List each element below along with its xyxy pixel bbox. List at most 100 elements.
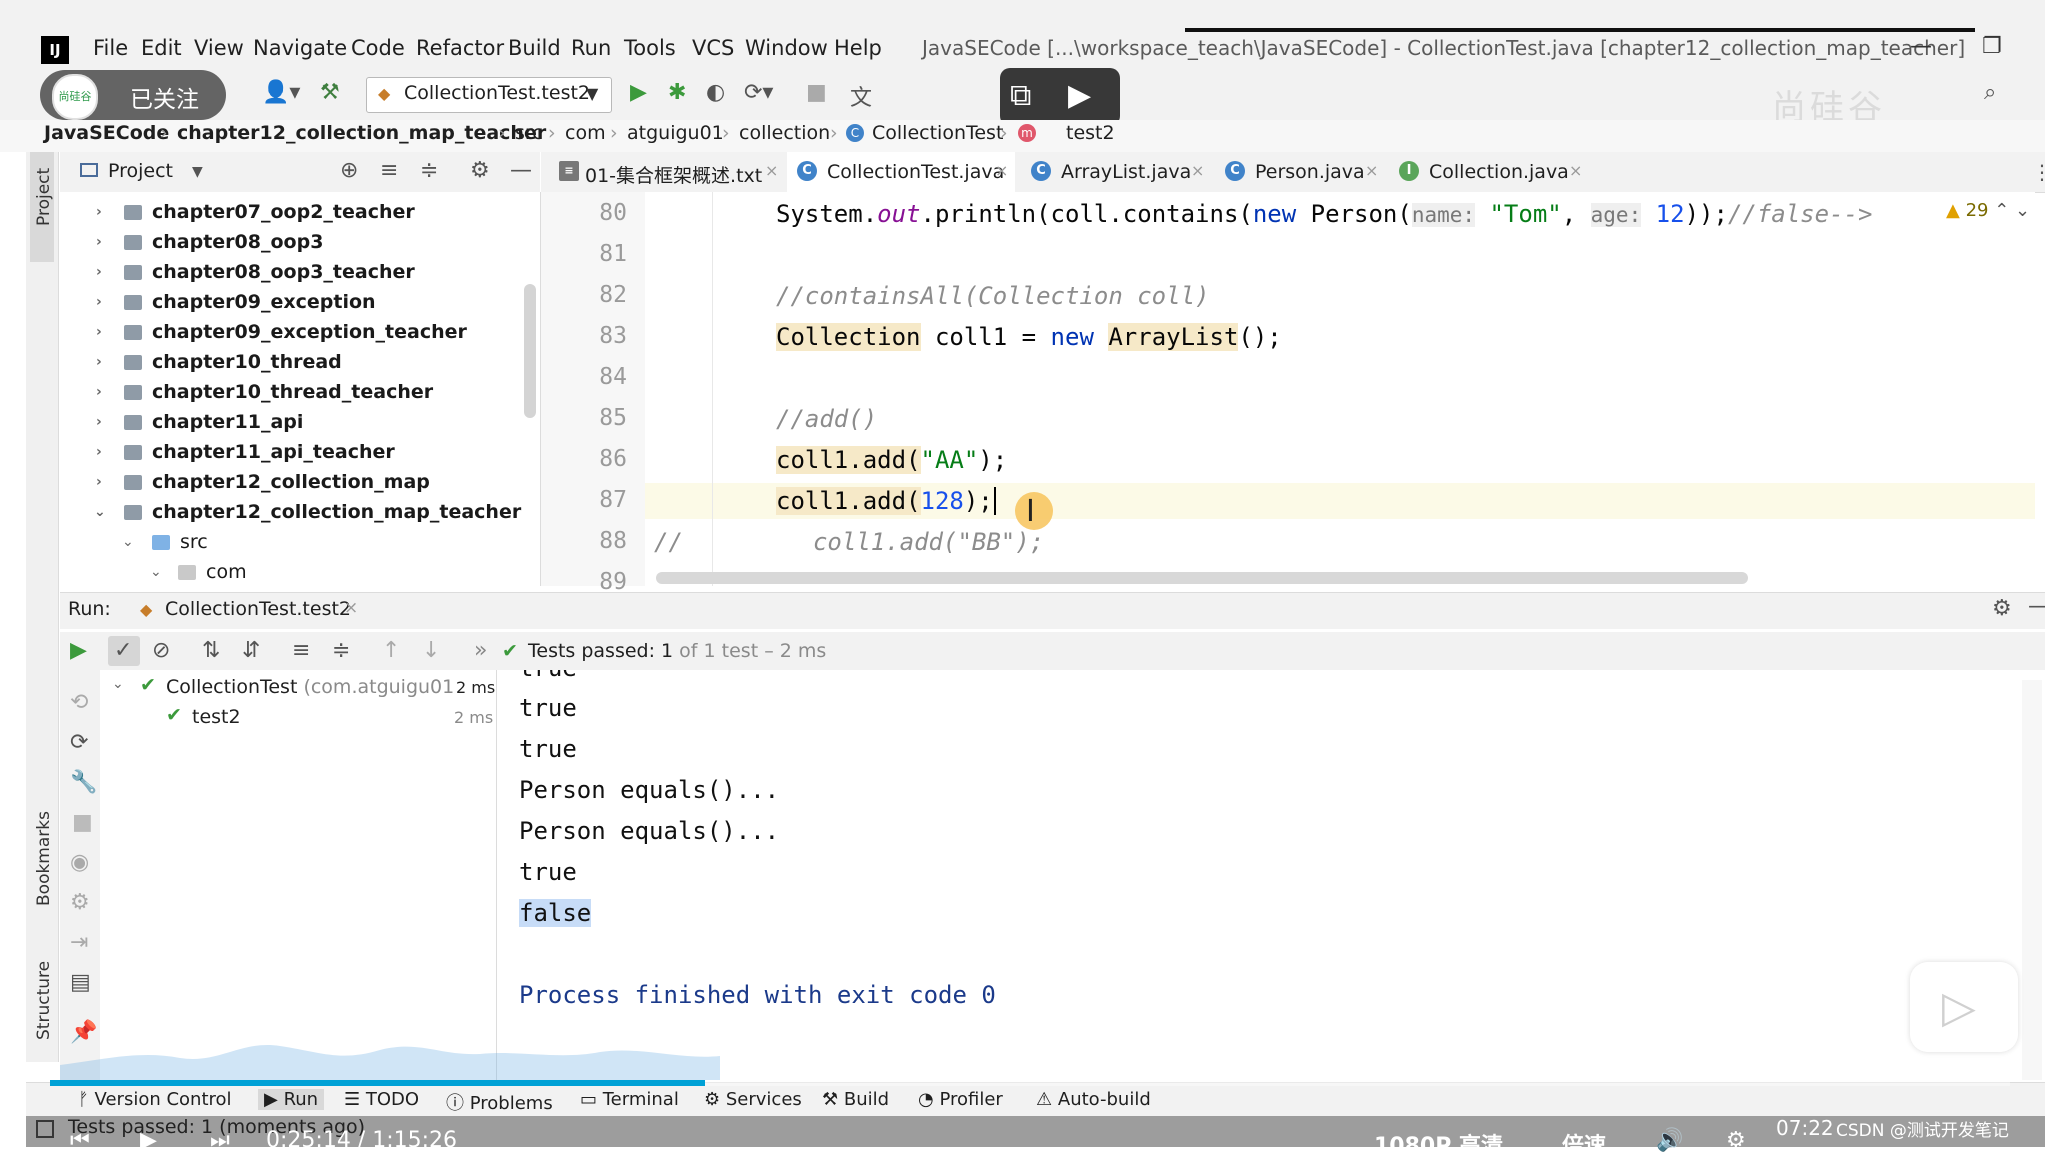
run-tab[interactable]: CollectionTest.test2 (165, 598, 351, 620)
tree-item[interactable]: ⌄ src (60, 528, 540, 558)
quality-selector[interactable]: 1080P 高清 (1374, 1128, 1503, 1160)
tree-item[interactable]: › chapter07_oop2_teacher (60, 198, 540, 228)
tool-services[interactable]: ⚙ Services (704, 1089, 802, 1110)
tab-collection-overview-txt[interactable]: ≡ 01-集合框架概述.txt × (551, 152, 783, 192)
layout-icon[interactable]: ▤ (70, 970, 91, 995)
restore-icon[interactable]: ❐ (1982, 34, 2002, 59)
menu-tools[interactable]: Tools (624, 36, 676, 60)
chevron-right-icon[interactable]: › (96, 234, 102, 250)
prev-icon[interactable]: ⏮ (70, 1128, 90, 1153)
warnings-indicator[interactable]: ▲ 29 ⌃ ⌄ (1946, 200, 2030, 221)
close-icon[interactable]: × (995, 161, 1008, 180)
more-icon[interactable]: » (474, 638, 487, 663)
chevron-down-icon[interactable]: ⌄ (2015, 200, 2030, 221)
close-icon[interactable]: × (1191, 161, 1204, 180)
menu-code[interactable]: Code (351, 36, 405, 60)
search-icon[interactable]: ⌕ (1984, 80, 1996, 105)
tree-item[interactable]: › chapter08_oop3 (60, 228, 540, 258)
chevron-right-icon[interactable]: › (96, 414, 102, 430)
tree-item[interactable]: › chapter10_thread_teacher (60, 378, 540, 408)
rerun-failed-icon[interactable]: ⟲ (70, 690, 88, 715)
tree-item[interactable]: › chapter12_collection_map (60, 468, 540, 498)
project-stripe-tab[interactable]: Project (34, 168, 54, 226)
profile-icon[interactable]: ⟳▾ (744, 80, 773, 105)
previous-failed-icon[interactable]: ↑ (382, 638, 400, 663)
project-panel-title[interactable]: Project (108, 160, 173, 182)
play-icon[interactable]: ▶ (140, 1128, 157, 1153)
console-output[interactable]: true true true Person equals()... Person… (497, 670, 2019, 1080)
menu-help[interactable]: Help (834, 36, 882, 60)
chevron-down-icon[interactable]: ▼ (586, 84, 598, 103)
tool-todo[interactable]: ☰ TODO (344, 1089, 419, 1110)
chevron-right-icon[interactable]: › (96, 444, 102, 460)
close-icon[interactable]: × (344, 598, 358, 618)
tool-problems[interactable]: ⓘ Problems (446, 1089, 553, 1115)
import-icon[interactable]: ⇥ (70, 930, 88, 955)
tree-item[interactable]: › chapter11_api_teacher (60, 438, 540, 468)
tool-terminal[interactable]: ▭ Terminal (580, 1089, 679, 1110)
tree-item[interactable]: ⌄ chapter12_collection_map_teacher (60, 498, 540, 528)
chevron-down-icon[interactable]: ⌄ (150, 564, 162, 580)
test-method-row[interactable]: test2 (192, 706, 241, 728)
locate-icon[interactable]: ⊕ (340, 158, 358, 183)
bookmarks-stripe-tab[interactable]: Bookmarks (34, 811, 54, 906)
chevron-down-icon[interactable]: ⌄ (122, 534, 134, 550)
sort-alpha-icon[interactable]: ⇅ (202, 638, 220, 663)
code-editor[interactable]: System.out.println(coll.contains(new Per… (645, 192, 2035, 586)
menu-view[interactable]: View (194, 36, 244, 60)
show-ignored-icon[interactable]: ⊘ (152, 638, 170, 663)
tab-arraylist-java[interactable]: C ArrayList.java × (1021, 152, 1211, 192)
breadcrumb-item[interactable]: CollectionTest (872, 122, 1003, 144)
collapse-all-icon[interactable]: ≑ (332, 638, 350, 663)
close-icon[interactable]: × (1569, 161, 1582, 180)
next-icon[interactable]: ⏭ (210, 1128, 230, 1153)
menu-window[interactable]: Window (745, 36, 828, 60)
collapse-all-icon[interactable]: ≑ (420, 158, 438, 183)
expand-all-icon[interactable]: ≡ (292, 638, 310, 663)
video-play-icon[interactable]: ▶ (1068, 78, 1091, 113)
gear-icon[interactable]: ⚙ (1992, 596, 2012, 621)
tree-item[interactable]: › chapter11_api (60, 408, 540, 438)
tab-collection-java[interactable]: I Collection.java × (1389, 152, 1589, 192)
camera-icon[interactable]: ◉ (70, 850, 89, 875)
chevron-down-icon[interactable]: ⌄ (94, 504, 106, 520)
breadcrumb-item[interactable]: src (515, 122, 543, 144)
tree-item[interactable]: › chapter08_oop3_teacher (60, 258, 540, 288)
uploader-avatar[interactable]: 尚硅谷 (52, 74, 98, 120)
build-hammer-icon[interactable]: ⚒ (320, 80, 340, 105)
tab-collectiontest-java[interactable]: C CollectionTest.java × (787, 152, 1015, 195)
picture-in-picture-icon[interactable]: ⧉ (1010, 78, 1031, 113)
chevron-right-icon[interactable]: › (96, 204, 102, 220)
structure-stripe-tab[interactable]: Structure (34, 961, 54, 1040)
translate-icon[interactable]: 文 (850, 80, 872, 112)
next-failed-icon[interactable]: ↓ (422, 638, 440, 663)
chevron-right-icon[interactable]: › (96, 474, 102, 490)
run-icon[interactable]: ▶ (630, 80, 647, 105)
tool-run[interactable]: ▶ Run (258, 1089, 325, 1110)
tool-profiler[interactable]: ◔ Profiler (918, 1089, 1003, 1110)
chevron-up-icon[interactable]: ⌃ (1994, 200, 2009, 221)
wrench-icon[interactable]: 🔧 (70, 770, 97, 795)
minimize-icon[interactable]: — (1910, 34, 1932, 59)
test-class-row[interactable]: CollectionTest (com.atguigu01.cc (166, 676, 481, 698)
chevron-right-icon[interactable]: › (96, 384, 102, 400)
breadcrumb-item[interactable]: atguigu01 (627, 122, 724, 144)
editor-horizontal-scrollbar[interactable] (656, 572, 1748, 584)
settings-icon[interactable]: ⚙ (1726, 1128, 1746, 1153)
follow-label[interactable]: 已关注 (130, 80, 199, 114)
tree-item[interactable]: › chapter09_exception_teacher (60, 318, 540, 348)
breadcrumb-item[interactable]: chapter12_collection_map_teacher (177, 122, 546, 144)
chevron-down-icon[interactable]: ▼ (192, 164, 203, 180)
tab-person-java[interactable]: C Person.java × (1215, 152, 1385, 192)
tool-auto-build[interactable]: ⚠ Auto-build (1036, 1089, 1151, 1110)
user-icon[interactable]: 👤▾ (262, 80, 300, 105)
menu-run[interactable]: Run (571, 36, 611, 60)
tool-version-control[interactable]: ᚠ Version Control (78, 1089, 232, 1110)
toggle-auto-test-icon[interactable]: ⟳ (70, 730, 88, 755)
menu-file[interactable]: File (93, 36, 128, 60)
breadcrumb-item[interactable]: JavaSECode (44, 122, 169, 144)
chevron-down-icon[interactable]: ⌄ (112, 676, 124, 692)
stop-icon[interactable]: ■ (72, 810, 93, 835)
breadcrumb-item[interactable]: collection (739, 122, 830, 144)
coverage-icon[interactable]: ◐ (706, 80, 725, 105)
